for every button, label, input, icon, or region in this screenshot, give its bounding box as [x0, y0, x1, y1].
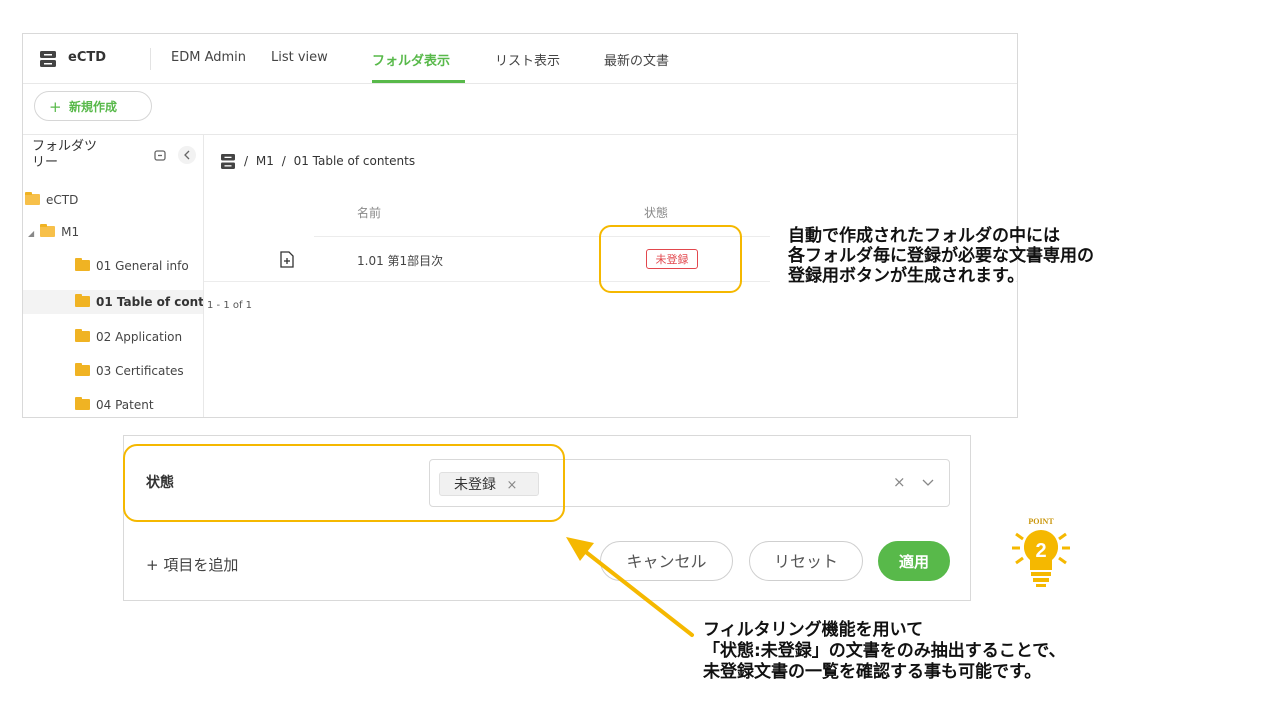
reset-button[interactable]: リセット — [749, 541, 863, 581]
clear-icon[interactable]: × — [893, 473, 906, 491]
nav-edm-admin[interactable]: EDM Admin — [171, 50, 246, 65]
folder-icon — [75, 363, 90, 376]
highlight-status-box — [599, 225, 742, 293]
sidebar-title-line2: リー — [32, 155, 59, 170]
tree-item-general-info[interactable]: 01 General info — [75, 258, 189, 273]
nav-folder-view[interactable]: フォルダ表示 — [372, 50, 450, 69]
highlight-filter-box — [123, 444, 565, 522]
sidebar-title: フォルダツ リー — [32, 139, 97, 171]
add-document-icon[interactable] — [280, 251, 294, 268]
active-tab-indicator — [372, 80, 465, 83]
breadcrumb-separator: / — [244, 154, 249, 168]
folder-icon — [75, 397, 90, 410]
breadcrumb-separator: / — [281, 154, 286, 168]
server-icon — [40, 51, 56, 67]
callout-text-1: 自動で作成されたフォルダの中には 各フォルダ毎に登録が必要な文書専用の 登録用ボ… — [788, 226, 1094, 286]
tree-item-certificates[interactable]: 03 Certificates — [75, 363, 184, 378]
folder-open-icon — [40, 224, 56, 237]
folder-tree-sidebar: フォルダツ リー eCTD ◢ M1 01 General info 01 Tab… — [23, 135, 204, 417]
nav-divider — [150, 48, 151, 70]
point-label: POINT — [1028, 517, 1054, 526]
tree-item-m1[interactable]: ◢ M1 — [28, 224, 79, 239]
nav-list-view[interactable]: List view — [271, 50, 328, 65]
tree-item-table-of-contents[interactable]: 01 Table of contents — [75, 294, 203, 309]
tree-item-ectd[interactable]: eCTD — [25, 192, 78, 207]
pagination-info: 1 - 1 of 1 — [207, 300, 253, 311]
breadcrumb: / M1 / 01 Table of contents — [244, 154, 415, 168]
apply-button[interactable]: 適用 — [878, 541, 950, 581]
column-header-name[interactable]: 名前 — [357, 204, 381, 221]
tree-item-application[interactable]: 02 Application — [75, 329, 182, 344]
breadcrumb-m1[interactable]: M1 — [256, 154, 274, 168]
document-name[interactable]: 1.01 第1部目次 — [357, 252, 443, 269]
folder-icon — [75, 294, 90, 307]
point-lightbulb-icon: 2 POINT — [1012, 517, 1070, 587]
app-logo-label[interactable]: eCTD — [68, 50, 106, 65]
sidebar-title-line1: フォルダツ — [32, 139, 98, 154]
collapse-sidebar-icon[interactable] — [177, 145, 197, 165]
pointer-arrow — [566, 537, 694, 637]
tree-item-patent[interactable]: 04 Patent — [75, 397, 154, 412]
breadcrumb-current: 01 Table of contents — [293, 154, 416, 168]
add-filter-item[interactable]: + 項目を追加 — [146, 554, 238, 575]
point-number: 2 — [1035, 540, 1046, 562]
plus-icon: + — [49, 98, 62, 116]
nav-latest-documents[interactable]: 最新の文書 — [604, 50, 669, 69]
top-navigation: eCTD EDM Admin List view フォルダ表示 リスト表示 最新… — [23, 34, 1017, 84]
folder-icon — [75, 258, 90, 271]
chevron-down-icon[interactable] — [922, 479, 934, 487]
column-header-status[interactable]: 状態 — [644, 204, 668, 221]
server-icon — [221, 154, 235, 169]
new-create-button[interactable]: + 新規作成 — [34, 91, 152, 121]
folder-open-icon — [25, 192, 40, 205]
nav-list-display[interactable]: リスト表示 — [495, 50, 560, 69]
folder-icon — [75, 329, 90, 342]
expand-caret-icon[interactable]: ◢ — [28, 229, 34, 238]
action-bar: + 新規作成 — [23, 84, 1017, 135]
new-create-label: 新規作成 — [69, 100, 118, 114]
collapse-all-icon[interactable] — [153, 148, 167, 162]
callout-text-2: フィルタリング機能を用いて 「状態:未登録」の文書をのみ抽出することで、 未登録… — [703, 620, 1066, 682]
